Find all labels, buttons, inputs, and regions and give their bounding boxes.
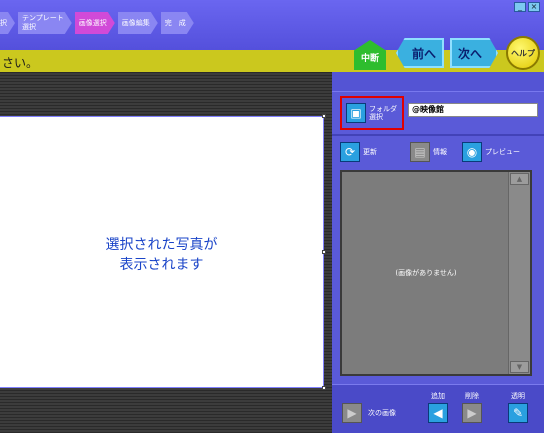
- folder-path-field[interactable]: @映像館: [408, 103, 538, 117]
- preview-button[interactable]: ◉ プレビュー: [462, 140, 520, 164]
- refresh-button[interactable]: ⟳ 更新: [340, 140, 377, 164]
- help-button[interactable]: ヘルプ: [506, 36, 540, 70]
- next-button[interactable]: 次へ: [450, 38, 498, 68]
- photo-preview: 選択された写真が 表示されます: [0, 114, 326, 390]
- transparent-button[interactable]: 透明 ✎: [508, 391, 528, 423]
- resize-handle[interactable]: [322, 386, 326, 390]
- list-scrollbar[interactable]: ▲ ▼: [508, 172, 530, 374]
- minimize-button[interactable]: _: [514, 2, 526, 12]
- step-item-image-edit: 画像編集: [118, 12, 158, 34]
- interrupt-button[interactable]: 中断: [354, 40, 386, 70]
- next-image-label: 次の画像: [368, 409, 396, 417]
- scroll-up-button[interactable]: ▲: [510, 173, 529, 185]
- add-icon: ◀: [428, 403, 448, 423]
- refresh-icon: ⟳: [340, 142, 360, 162]
- next-image-icon: ▶: [342, 403, 362, 423]
- empty-list-text: (画像がありません): [395, 269, 457, 277]
- window-controls: _ ×: [514, 2, 540, 12]
- image-list[interactable]: (画像がありません) ▲ ▼: [340, 170, 532, 376]
- monitor-icon: ▣: [346, 103, 366, 123]
- resize-handle[interactable]: [322, 114, 326, 118]
- step-item-template: テンプレート 選択: [18, 12, 72, 34]
- step-indicator: 択 テンプレート 選択 画像選択 画像編集 完 成: [0, 12, 194, 34]
- transparent-icon: ✎: [508, 403, 528, 423]
- preview-line-1: 選択された写真が: [105, 237, 218, 253]
- add-button[interactable]: 追加 ◀: [428, 391, 448, 423]
- folder-bar: ▣ フォルダ 選択 @映像館: [340, 96, 538, 130]
- preview-label: プレビュー: [485, 148, 520, 156]
- image-toolbar: ⟳ 更新 ▤ 情報 ◉ プレビュー: [340, 140, 544, 166]
- info-icon: ▤: [410, 142, 430, 162]
- delete-button[interactable]: 削除 ▶: [462, 391, 482, 423]
- step-item-select: 択: [0, 12, 15, 34]
- divider: [332, 134, 544, 136]
- next-image-button[interactable]: ▶ 次の画像: [342, 403, 396, 423]
- monitor-eye-icon: ◉: [462, 142, 482, 162]
- preview-placeholder: 選択された写真が 表示されます: [0, 235, 323, 275]
- folder-select-button[interactable]: ▣ フォルダ 選択: [340, 96, 404, 130]
- step-item-image-select: 画像選択: [75, 12, 115, 34]
- delete-icon: ▶: [462, 403, 482, 423]
- preview-area: 選択された写真が 表示されます: [0, 72, 332, 433]
- delete-label: 削除: [465, 392, 479, 400]
- transparent-label: 透明: [511, 392, 525, 400]
- scroll-down-button[interactable]: ▼: [510, 361, 529, 373]
- instruction-text: さい。: [2, 56, 39, 70]
- preview-line-2: 表示されます: [119, 257, 204, 273]
- bottom-bar: ▶ 次の画像 追加 ◀ 削除 ▶ 透明 ✎: [332, 384, 544, 433]
- prev-button[interactable]: 前へ: [396, 38, 444, 68]
- refresh-label: 更新: [363, 148, 377, 156]
- close-button[interactable]: ×: [528, 2, 540, 12]
- info-button[interactable]: ▤ 情報: [410, 140, 447, 164]
- image-panel: ▣ フォルダ 選択 @映像館 ⟳ 更新 ▤ 情報 ◉ プレビュー (画像がありま…: [332, 72, 544, 433]
- app-window: _ × 択 テンプレート 選択 画像選択 画像編集 完 成 さい。 選択された写…: [0, 0, 544, 433]
- step-item-complete: 完 成: [161, 12, 194, 34]
- info-label: 情報: [433, 148, 447, 156]
- folder-select-label: フォルダ 選択: [369, 105, 397, 121]
- navigation-controls: 中断 前へ 次へ ヘルプ: [332, 28, 544, 76]
- add-label: 追加: [431, 392, 445, 400]
